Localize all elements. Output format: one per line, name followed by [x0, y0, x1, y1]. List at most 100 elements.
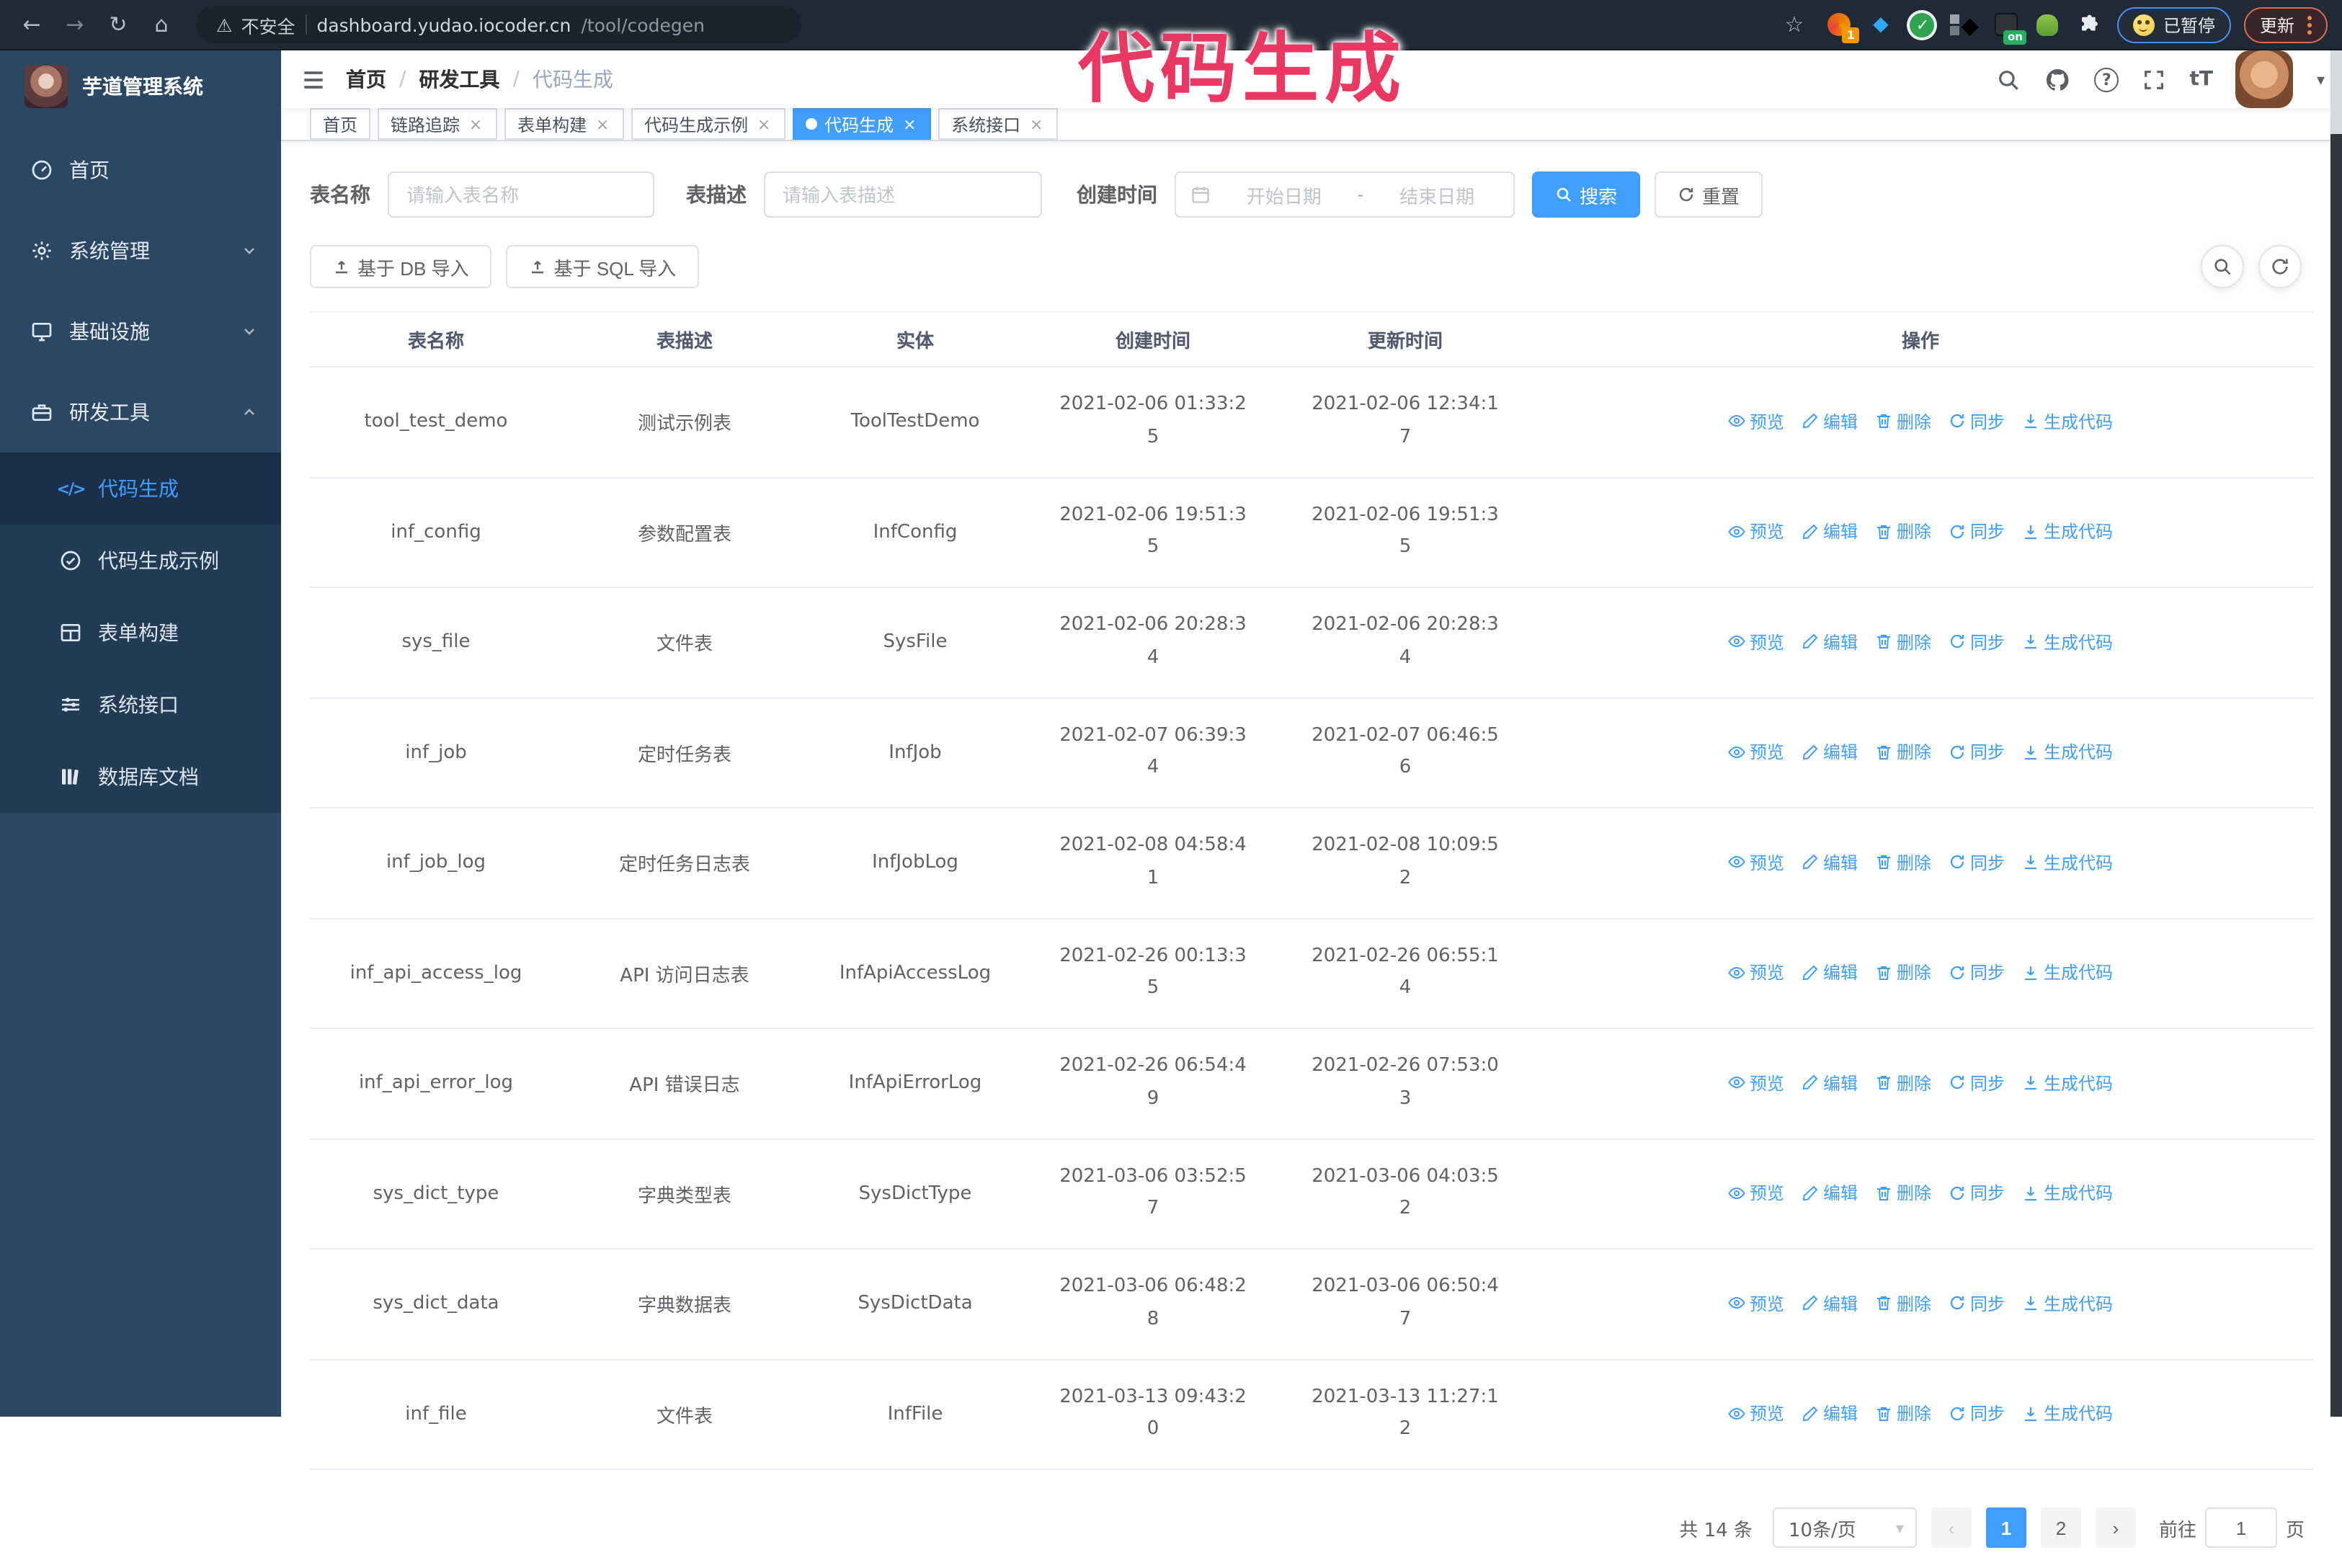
fullscreen-icon[interactable]	[2142, 67, 2166, 92]
action-edit-link[interactable]: 编辑	[1802, 1291, 1858, 1315]
tag-codegen[interactable]: 代码生成 ×	[793, 108, 932, 140]
browser-menu-icon[interactable]	[2307, 15, 2312, 34]
action-sync-link[interactable]: 同步	[1949, 850, 2005, 874]
action-preview-link[interactable]: 预览	[1728, 1291, 1784, 1315]
action-generate-link[interactable]: 生成代码	[2022, 1180, 2113, 1205]
bookmark-star-icon[interactable]: ☆	[1777, 7, 1812, 42]
close-icon[interactable]: ×	[901, 115, 918, 133]
github-icon[interactable]	[2044, 66, 2071, 93]
action-sync-link[interactable]: 同步	[1949, 1070, 2005, 1095]
action-edit-link[interactable]: 编辑	[1802, 1180, 1858, 1205]
action-sync-link[interactable]: 同步	[1949, 960, 2005, 984]
action-delete-link[interactable]: 删除	[1875, 850, 1931, 874]
action-edit-link[interactable]: 编辑	[1802, 519, 1858, 543]
caret-down-icon[interactable]: ▾	[2317, 70, 2325, 89]
browser-home-icon[interactable]: ⌂	[144, 7, 179, 42]
action-preview-link[interactable]: 预览	[1728, 739, 1784, 764]
action-delete-link[interactable]: 删除	[1875, 1180, 1931, 1205]
table-name-input[interactable]	[388, 172, 654, 218]
goto-page-input[interactable]	[2204, 1507, 2277, 1548]
action-sync-link[interactable]: 同步	[1949, 409, 2005, 433]
action-generate-link[interactable]: 生成代码	[2022, 960, 2113, 984]
action-edit-link[interactable]: 编辑	[1802, 409, 1858, 433]
action-sync-link[interactable]: 同步	[1949, 1291, 2005, 1315]
action-sync-link[interactable]: 同步	[1949, 739, 2005, 764]
extension-grid-icon[interactable]: ◆	[1949, 10, 1979, 39]
action-preview-link[interactable]: 预览	[1728, 1401, 1784, 1425]
sidebar-item-codegen[interactable]: </> 代码生成	[0, 453, 281, 525]
prev-page-button[interactable]: ‹	[1931, 1507, 1972, 1548]
sidebar-item-system[interactable]: 系统管理	[0, 210, 281, 291]
action-generate-link[interactable]: 生成代码	[2022, 1070, 2113, 1095]
close-icon[interactable]: ×	[1028, 115, 1045, 133]
tag-system-api[interactable]: 系统接口 ×	[938, 108, 1059, 140]
action-generate-link[interactable]: 生成代码	[2022, 629, 2113, 654]
browser-reload-icon[interactable]: ↻	[101, 7, 135, 42]
next-page-button[interactable]: ›	[2095, 1507, 2136, 1548]
sidebar-item-form-builder[interactable]: 表单构建	[0, 597, 281, 669]
page-button-2[interactable]: 2	[2040, 1507, 2081, 1548]
action-delete-link[interactable]: 删除	[1875, 1070, 1931, 1095]
action-delete-link[interactable]: 删除	[1875, 739, 1931, 764]
action-generate-link[interactable]: 生成代码	[2022, 409, 2113, 433]
user-avatar[interactable]	[2235, 50, 2294, 108]
action-preview-link[interactable]: 预览	[1728, 629, 1784, 654]
browser-forward-icon[interactable]: →	[58, 7, 92, 42]
extension-colorwheel-icon[interactable]: 1	[1825, 10, 1859, 43]
action-preview-link[interactable]: 预览	[1728, 409, 1784, 433]
profile-paused-button[interactable]: 已暂停	[2116, 6, 2231, 43]
action-preview-link[interactable]: 预览	[1728, 1070, 1784, 1095]
search-button[interactable]: 搜索	[1532, 172, 1641, 218]
action-generate-link[interactable]: 生成代码	[2022, 1291, 2113, 1315]
refresh-table-button[interactable]	[2258, 245, 2302, 288]
action-generate-link[interactable]: 生成代码	[2022, 519, 2113, 543]
extension-check-icon[interactable]: ✓	[1908, 10, 1937, 39]
extension-dark-icon[interactable]: on	[1992, 10, 2026, 45]
action-generate-link[interactable]: 生成代码	[2022, 850, 2113, 874]
action-generate-link[interactable]: 生成代码	[2022, 1401, 2113, 1425]
address-bar[interactable]: ⚠ 不安全 dashboard.yudao.iocoder.cn/tool/co…	[196, 6, 801, 43]
action-edit-link[interactable]: 编辑	[1802, 850, 1858, 874]
action-preview-link[interactable]: 预览	[1728, 519, 1784, 543]
hamburger-icon[interactable]	[301, 67, 326, 92]
close-icon[interactable]: ×	[755, 115, 772, 133]
vertical-scrollbar[interactable]	[2330, 50, 2342, 1417]
toggle-search-button[interactable]	[2201, 245, 2244, 288]
action-delete-link[interactable]: 删除	[1875, 960, 1931, 984]
extensions-puzzle-icon[interactable]	[2075, 10, 2104, 39]
app-logo-row[interactable]: 芋道管理系统	[0, 50, 281, 122]
sidebar-item-devtools[interactable]: 研发工具	[0, 372, 281, 453]
action-sync-link[interactable]: 同步	[1949, 1401, 2005, 1425]
page-size-select[interactable]: 10条/页 ▾	[1772, 1507, 1917, 1548]
action-edit-link[interactable]: 编辑	[1802, 1070, 1858, 1095]
date-range-picker[interactable]: 开始日期 - 结束日期	[1175, 172, 1515, 218]
action-sync-link[interactable]: 同步	[1949, 519, 2005, 543]
tag-codegen-example[interactable]: 代码生成示例 ×	[631, 108, 786, 140]
page-button-1[interactable]: 1	[1985, 1507, 2026, 1548]
import-db-button[interactable]: 基于 DB 导入	[310, 245, 492, 288]
tag-form-builder[interactable]: 表单构建 ×	[504, 108, 625, 140]
font-size-icon[interactable]: tT	[2189, 68, 2213, 91]
sidebar-item-db-docs[interactable]: 数据库文档	[0, 741, 281, 813]
action-delete-link[interactable]: 删除	[1875, 409, 1931, 433]
sidebar-item-infrastructure[interactable]: 基础设施	[0, 291, 281, 372]
action-delete-link[interactable]: 删除	[1875, 1401, 1931, 1425]
breadcrumb-home[interactable]: 首页	[346, 65, 386, 94]
action-sync-link[interactable]: 同步	[1949, 1180, 2005, 1205]
sidebar-item-codegen-example[interactable]: 代码生成示例	[0, 525, 281, 597]
action-edit-link[interactable]: 编辑	[1802, 1401, 1858, 1425]
sidebar-item-system-api[interactable]: 系统接口	[0, 669, 281, 741]
help-icon[interactable]: ?	[2094, 67, 2119, 92]
action-delete-link[interactable]: 删除	[1875, 519, 1931, 543]
reset-button[interactable]: 重置	[1655, 172, 1763, 218]
action-delete-link[interactable]: 删除	[1875, 629, 1931, 654]
extension-bot-icon[interactable]	[2034, 10, 2062, 39]
breadcrumb-devtools[interactable]: 研发工具	[419, 65, 499, 94]
action-preview-link[interactable]: 预览	[1728, 850, 1784, 874]
browser-update-button[interactable]: 更新	[2243, 6, 2328, 43]
action-edit-link[interactable]: 编辑	[1802, 960, 1858, 984]
close-icon[interactable]: ×	[467, 115, 484, 133]
action-preview-link[interactable]: 预览	[1728, 960, 1784, 984]
tag-home[interactable]: 首页	[310, 108, 371, 140]
import-sql-button[interactable]: 基于 SQL 导入	[506, 245, 700, 288]
